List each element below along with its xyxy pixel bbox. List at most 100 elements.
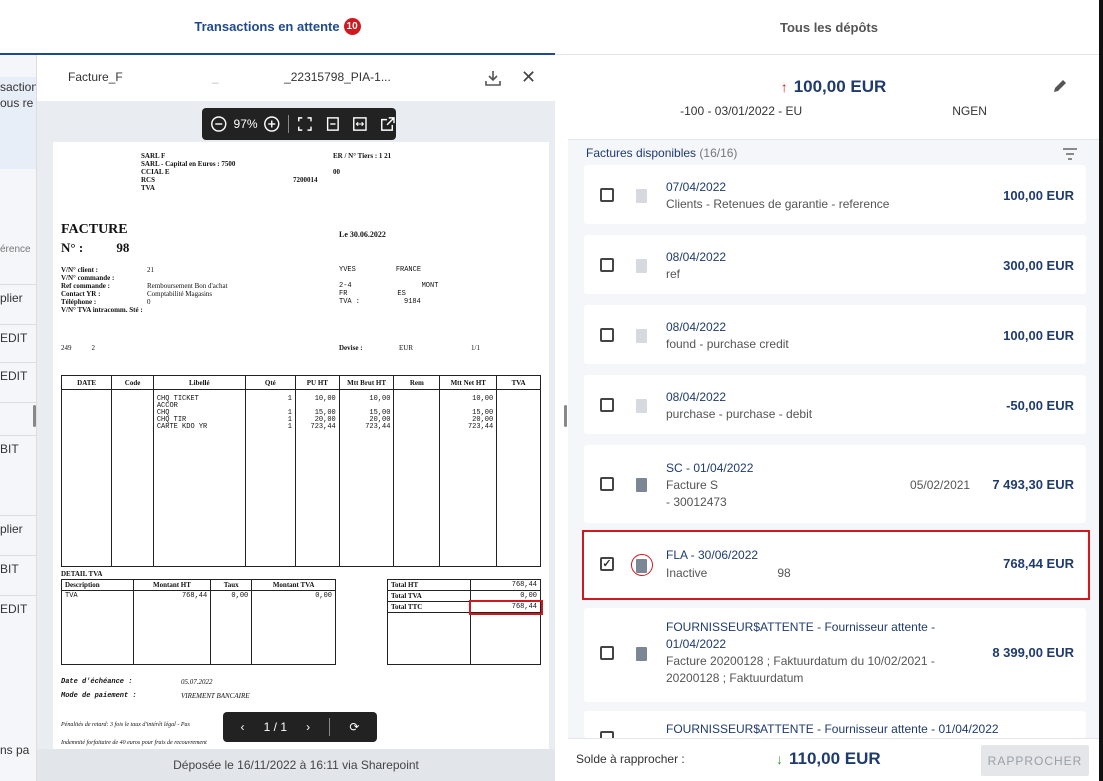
invoice-card[interactable]: 08/04/2022 purchase - purchase - debit -… [584, 375, 1086, 434]
invoice-title: 08/04/2022 [666, 390, 727, 404]
total-label: Total HT [386, 579, 472, 591]
meta-value: Comptabilité Magasins [147, 290, 213, 298]
invoice-card[interactable]: FOURNISSEUR$ATTENTE - Fournisseur attent… [584, 711, 1086, 738]
document-icon [636, 259, 647, 273]
customer-address: YVES FRANCE 2-4 MONT FR ES TVA : 9184 [339, 266, 438, 306]
resize-handle-left[interactable] [33, 405, 36, 427]
fit-page-icon[interactable] [325, 115, 341, 133]
invoice-number-value: 98 [116, 240, 130, 255]
toolbar-separator [288, 115, 289, 133]
filter-icon[interactable] [1062, 147, 1078, 161]
invoice-title: FACTURE [61, 222, 128, 237]
brut-cell: 10,00 [369, 395, 391, 403]
viewer-header: Facture_F _ _22315798_PIA-1... ✕ [37, 55, 555, 101]
close-icon[interactable]: ✕ [521, 67, 536, 88]
invoice-amount: -50,00 EUR [1006, 398, 1074, 413]
list-item[interactable]: plier [0, 284, 36, 324]
line-qty: 1 1 1 1 [244, 389, 297, 567]
column-header: Qté [244, 375, 297, 390]
invoice-checkbox[interactable] [600, 398, 614, 412]
invoice-checkbox[interactable] [600, 731, 614, 738]
line-labels: CHQ TICKET ACCOR CHQ CHQ TIR CARTE KDO Y… [152, 389, 246, 567]
invoice-description: Facture S 05/02/2021 - 30012473 [666, 477, 970, 511]
invoice-checkbox[interactable] [600, 258, 614, 272]
reconcile-button[interactable]: RAPPROCHER [981, 745, 1089, 776]
prev-page-icon[interactable]: ‹ [241, 720, 245, 734]
invoice-description: purchase - purchase - debit [666, 407, 813, 421]
column-header: Mtt Brut HT [338, 375, 395, 390]
pu-cell: 723,44 [310, 423, 336, 431]
total-ttc-highlight: 768,44 [468, 599, 543, 615]
total-value: 0,00 [470, 590, 541, 602]
net-cell: 10,00 [472, 395, 494, 403]
invoice-number: N° : 98 [61, 240, 129, 256]
invoice-card[interactable]: 08/04/2022 found - purchase credit 100,0… [584, 305, 1086, 364]
invoice-title: SC - 01/04/2022 [666, 461, 754, 475]
invoice-company-header: SARL F SARL - Capital en Euros : 7500 CC… [141, 152, 235, 192]
available-invoices-count: (16/16) [699, 146, 738, 160]
next-page-icon[interactable]: › [306, 720, 310, 734]
column-header: Taux [210, 579, 253, 591]
document-icon [636, 329, 647, 343]
document-filename: Facture_F _ _22315798_PIA-1... [68, 70, 391, 84]
list-item[interactable]: BIT [0, 435, 36, 475]
fullscreen-icon[interactable] [297, 115, 313, 133]
payment-mode-label: Mode de paiement : [61, 692, 137, 700]
brut-cell: 723,44 [365, 423, 391, 431]
column-header: PU HT [295, 375, 340, 390]
list-item: érence [0, 244, 31, 255]
invoice-checkbox[interactable] [600, 328, 614, 342]
address-line: FR [339, 290, 348, 298]
indemnity-note: Indemnité forfaitaire de 40 euros pour f… [61, 740, 207, 746]
column-header: DATE [60, 375, 113, 390]
tab-deposits-label: Tous les dépôts [780, 20, 878, 35]
invoice-amount: 8 399,00 EUR [992, 645, 1074, 660]
meta-label: Téléphone : [61, 298, 97, 306]
invoice-title: FOURNISSEUR$ATTENTE - Fournisseur attent… [666, 722, 999, 736]
fit-width-icon[interactable] [352, 115, 368, 133]
column-header: TVA [496, 375, 541, 390]
column-header: Rem [393, 375, 441, 390]
zoom-out-icon[interactable] [210, 114, 228, 134]
pager-separator [329, 718, 331, 736]
qty-cell: 1 [287, 395, 292, 403]
invoice-card[interactable]: 07/04/2022 Clients - Retenues de garanti… [584, 165, 1086, 224]
company-line: RCS [141, 176, 156, 184]
tab-pending-transactions[interactable]: Transactions en attente 10 [0, 0, 555, 55]
invoice-checkbox[interactable] [600, 646, 614, 660]
invoice-card[interactable]: SC - 01/04/2022 Facture S 05/02/2021 - 300… [584, 445, 1086, 523]
list-item[interactable]: plier [0, 515, 36, 555]
list-item[interactable]: BIT [0, 555, 36, 595]
zoom-in-icon[interactable] [263, 114, 281, 134]
list-item[interactable]: EDIT [0, 324, 36, 364]
list-item: ous re [0, 96, 34, 110]
totals-table: Total HT 768,44 Total TVA 0,00 Total TTC 76… [386, 579, 543, 665]
window-edge [1099, 0, 1103, 781]
download-icon[interactable] [484, 69, 502, 87]
column-header: Mtt Net HT [439, 375, 498, 390]
invoice-card[interactable]: 08/04/2022 ref 300,00 EUR [584, 235, 1086, 294]
invoice-description: Clients - Retenues de garantie - referen… [666, 197, 890, 211]
invoice-checkbox[interactable] [600, 188, 614, 202]
open-external-icon[interactable] [380, 115, 396, 133]
reconcile-footer: Solde à rapprocher : ↓ 110,00 EUR RAPPROC… [568, 738, 1099, 781]
invoice-meta-values: 21 Remboursement Bon d'achat Comptabilit… [147, 266, 228, 306]
invoice-lines-table: DATE Code Libellé Qté PU HT Mtt Brut HT … [60, 375, 541, 567]
invoice-card[interactable]: FOURNISSEUR$ATTENTE - Fournisseur attent… [584, 608, 1086, 702]
tiers-value: 21 [384, 152, 392, 160]
total-label: Total TTC [386, 601, 472, 613]
document-icon [636, 647, 647, 661]
address-line: FRANCE [395, 266, 422, 274]
invoice-checkbox[interactable] [600, 477, 614, 491]
resize-handle-right[interactable] [564, 405, 567, 427]
currency-value: EUR [399, 344, 413, 352]
filename-part: _ [212, 70, 219, 84]
tab-all-deposits[interactable]: Tous les dépôts [555, 0, 1103, 55]
list-item[interactable]: EDIT [0, 362, 36, 402]
due-date-value: 05.07.2022 [181, 678, 213, 686]
tva-cell: TVA [61, 590, 134, 665]
match-highlight-circle [631, 554, 653, 576]
rotate-icon[interactable]: ⟳ [349, 720, 359, 734]
list-item[interactable]: EDIT [0, 595, 36, 635]
edit-icon[interactable] [1052, 78, 1068, 94]
